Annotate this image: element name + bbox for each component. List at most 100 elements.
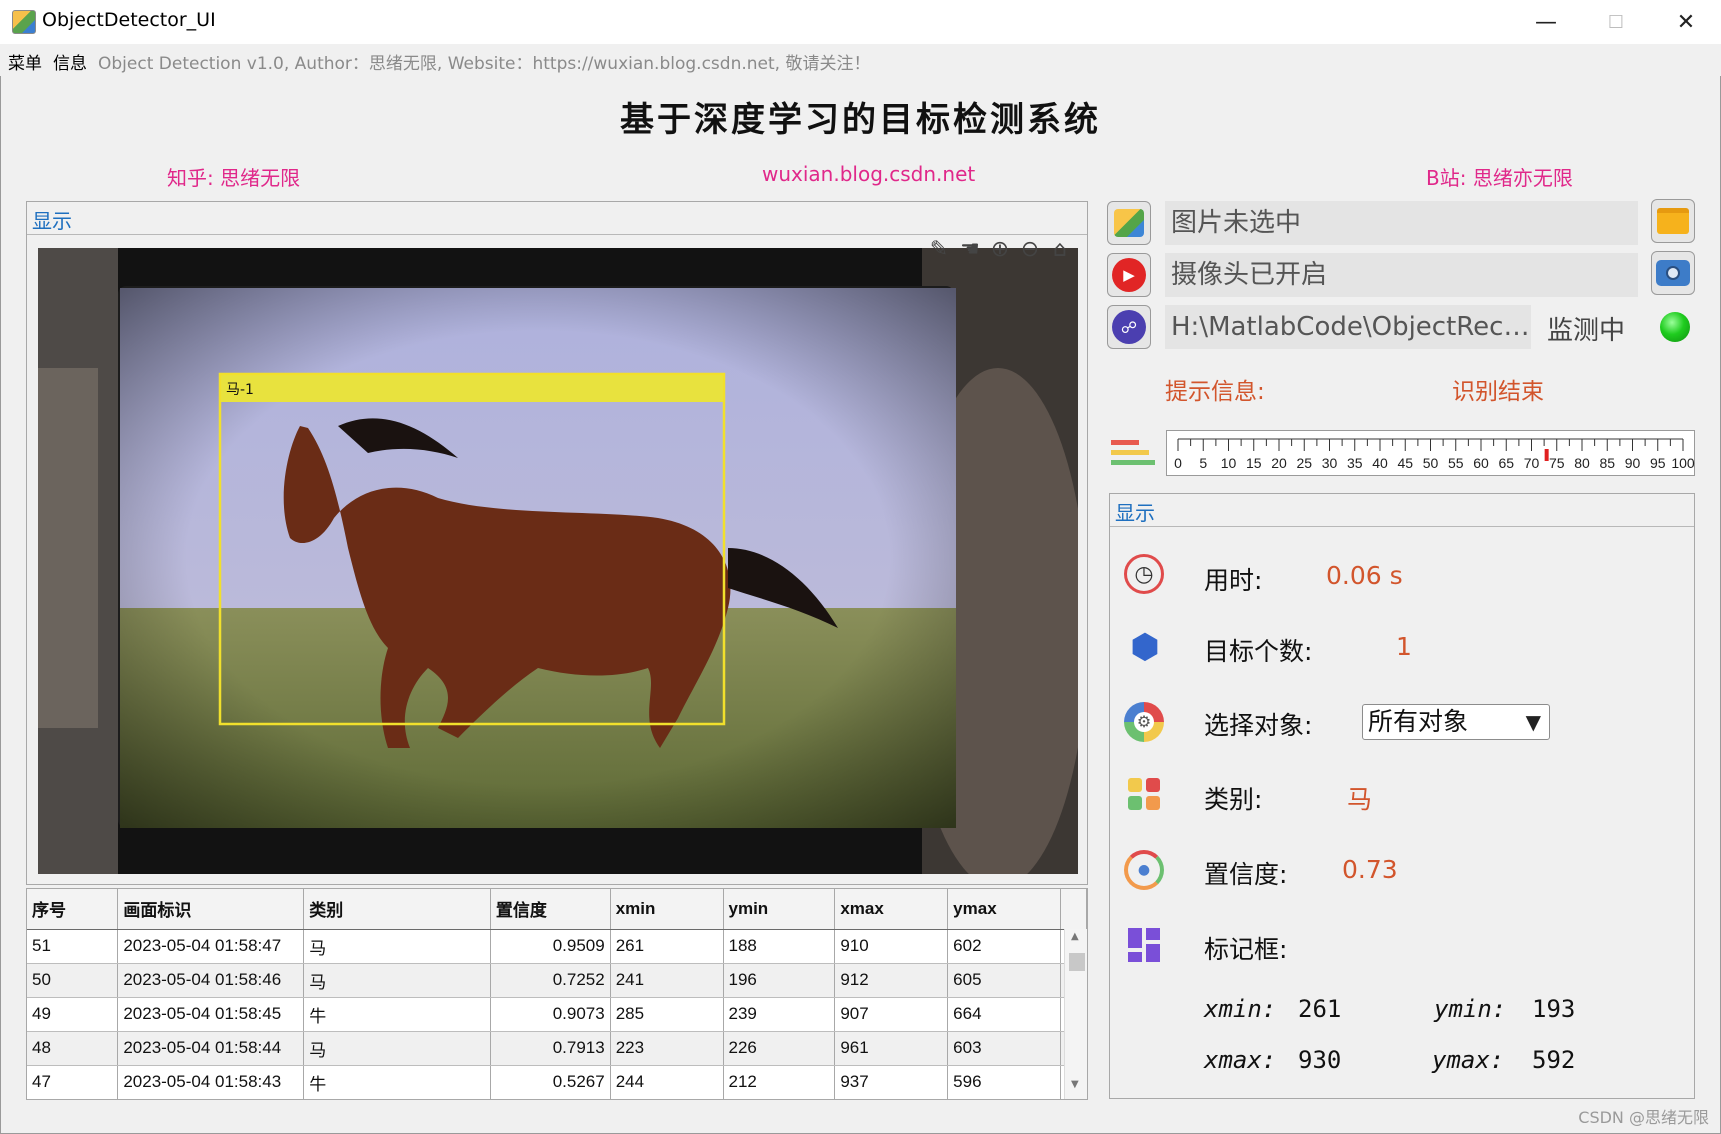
cell: 188 [723,929,836,964]
results-table[interactable]: 序号 画面标识 类别 置信度 xmin ymin xmax ymax 51 20… [26,888,1088,1100]
bounding-box-icon [1128,928,1162,962]
pan-hand-icon[interactable]: ☚ [957,236,983,262]
cell: 马 [303,929,491,964]
model-button[interactable]: ☍ [1107,305,1151,349]
col-header[interactable]: 画面标识 [117,889,305,930]
confidence-label: 置信度: [1204,860,1288,889]
cell: 0.5267 [490,1065,611,1099]
col-header[interactable]: ymin [723,889,836,930]
image-path-field[interactable]: 图片未选中 [1165,201,1638,245]
cell: 马 [303,1031,491,1066]
video-button[interactable]: ▶ [1107,253,1151,297]
slider-ruler[interactable]: 0 5 10 15 20 25 30 35 40 45 50 55 60 65 70 75 80 85 90 95 10… [1167,431,1696,477]
cell: 961 [834,1031,949,1066]
scroll-down-icon[interactable]: ▼ [1071,1079,1079,1090]
col-header[interactable]: 置信度 [490,889,611,930]
menu-item-info[interactable]: 信息 [53,49,87,74]
ruler-tick-label: 15 [1246,455,1262,471]
cell: 596 [947,1065,1061,1099]
clock-icon: ◷ [1124,554,1164,594]
menu-item-menu[interactable]: 菜单 [8,49,42,74]
scroll-up-icon[interactable]: ▲ [1071,931,1079,942]
table-row[interactable]: 49 2023-05-04 01:58:45 牛 0.9073 285 239 … [27,997,1087,1032]
zoom-in-icon[interactable]: ⊕ [987,236,1013,262]
watermark-text: CSDN @思绪无限 [1578,1108,1709,1127]
ymax-value: 592 [1532,1046,1576,1074]
confidence-threshold-slider[interactable]: 0 5 10 15 20 25 30 35 40 45 50 55 60 65 70 75 80 85 90 95 10… [1166,430,1695,476]
cell: 0.9073 [490,997,611,1032]
threshold-icon [1109,438,1155,468]
cell: 马 [303,963,491,998]
ruler-tick-label: 35 [1347,455,1363,471]
cell: 2023-05-04 01:58:44 [117,1031,305,1066]
camera-status-field[interactable]: 摄像头已开启 [1165,253,1638,297]
scroll-thumb[interactable] [1069,953,1085,971]
result-panel-title: 显示 [1115,501,1155,525]
detection-box-header [220,374,724,402]
ruler-tick-label: 0 [1174,455,1182,471]
panel-divider [1110,526,1694,527]
col-header[interactable]: 类别 [303,889,491,930]
home-icon[interactable]: ⌂ [1047,236,1073,262]
cell: 239 [723,997,836,1032]
menu-bar: 菜单 信息 Object Detection v1.0, Author：思绪无限… [0,44,1721,76]
panel-divider [27,234,1087,235]
box-label: 标记框: [1204,935,1288,964]
cell: 605 [947,963,1061,998]
ruler-tick-label: 85 [1599,455,1615,471]
cell: 48 [27,1031,119,1066]
close-button[interactable]: ✕ [1651,0,1721,44]
table-scrollbar[interactable]: ▲ ▼ [1064,929,1087,1099]
model-path-field[interactable]: H:\MatlabCode\ObjectReco… [1165,305,1531,349]
open-folder-button[interactable] [1651,199,1695,243]
time-value: 0.06 s [1326,561,1403,590]
camera-icon [1656,260,1690,286]
folder-icon [1657,208,1689,234]
ymin-value: 193 [1532,995,1576,1023]
col-header[interactable]: xmin [610,889,724,930]
table-row[interactable]: 48 2023-05-04 01:58:44 马 0.7913 223 226 … [27,1031,1087,1066]
open-image-button[interactable] [1107,201,1151,245]
ruler-tick-label: 50 [1423,455,1439,471]
table-row[interactable]: 50 2023-05-04 01:58:46 马 0.7252 241 196 … [27,963,1087,998]
ruler-tick-label: 80 [1574,455,1590,471]
dropdown-arrow-icon: ▼ [1525,710,1541,734]
ruler-tick-label: 30 [1322,455,1338,471]
table-row[interactable]: 47 2023-05-04 01:58:43 牛 0.5267 244 212 … [27,1065,1087,1099]
ruler-tick-label: 75 [1549,455,1565,471]
cell: 226 [723,1031,836,1066]
slider-value-marker[interactable] [1544,449,1549,461]
object-select-dropdown[interactable]: 所有对象 ▼ [1362,704,1550,740]
monitor-status-label: 监测中 [1547,316,1626,346]
table-row[interactable]: 51 2023-05-04 01:58:47 马 0.9509 261 188 … [27,929,1087,964]
display-panel-title: 显示 [32,209,72,233]
col-header[interactable]: xmax [834,889,949,930]
maximize-button[interactable]: ☐ [1581,0,1651,44]
ruler-tick-label: 90 [1625,455,1641,471]
camera-button[interactable] [1651,251,1695,295]
status-indicator-light [1660,312,1690,342]
brush-icon[interactable]: ✎ [926,236,952,262]
class-label: 类别: [1204,785,1263,814]
cell: 910 [834,929,949,964]
col-header[interactable]: 序号 [27,889,119,930]
ruler-tick-label: 10 [1221,455,1237,471]
ruler-tick-label: 55 [1448,455,1464,471]
cell: 2023-05-04 01:58:46 [117,963,305,998]
image-axes[interactable]: 马-1 [38,248,1078,874]
minimize-button[interactable]: — [1511,0,1581,44]
zoom-out-icon[interactable]: ⊖ [1017,236,1043,262]
cell: 285 [610,997,724,1032]
cell: 0.9509 [490,929,611,964]
cell: 912 [834,963,949,998]
cell: 212 [723,1065,836,1099]
class-value: 马 [1347,785,1373,814]
cell: 603 [947,1031,1061,1066]
col-header[interactable]: ymax [947,889,1061,930]
cell: 2023-05-04 01:58:45 [117,997,305,1032]
cell: 51 [27,929,119,964]
cell: 2023-05-04 01:58:47 [117,929,305,964]
cell: 50 [27,963,119,998]
cell: 47 [27,1065,119,1099]
ymax-label: ymax: [1432,1046,1505,1074]
